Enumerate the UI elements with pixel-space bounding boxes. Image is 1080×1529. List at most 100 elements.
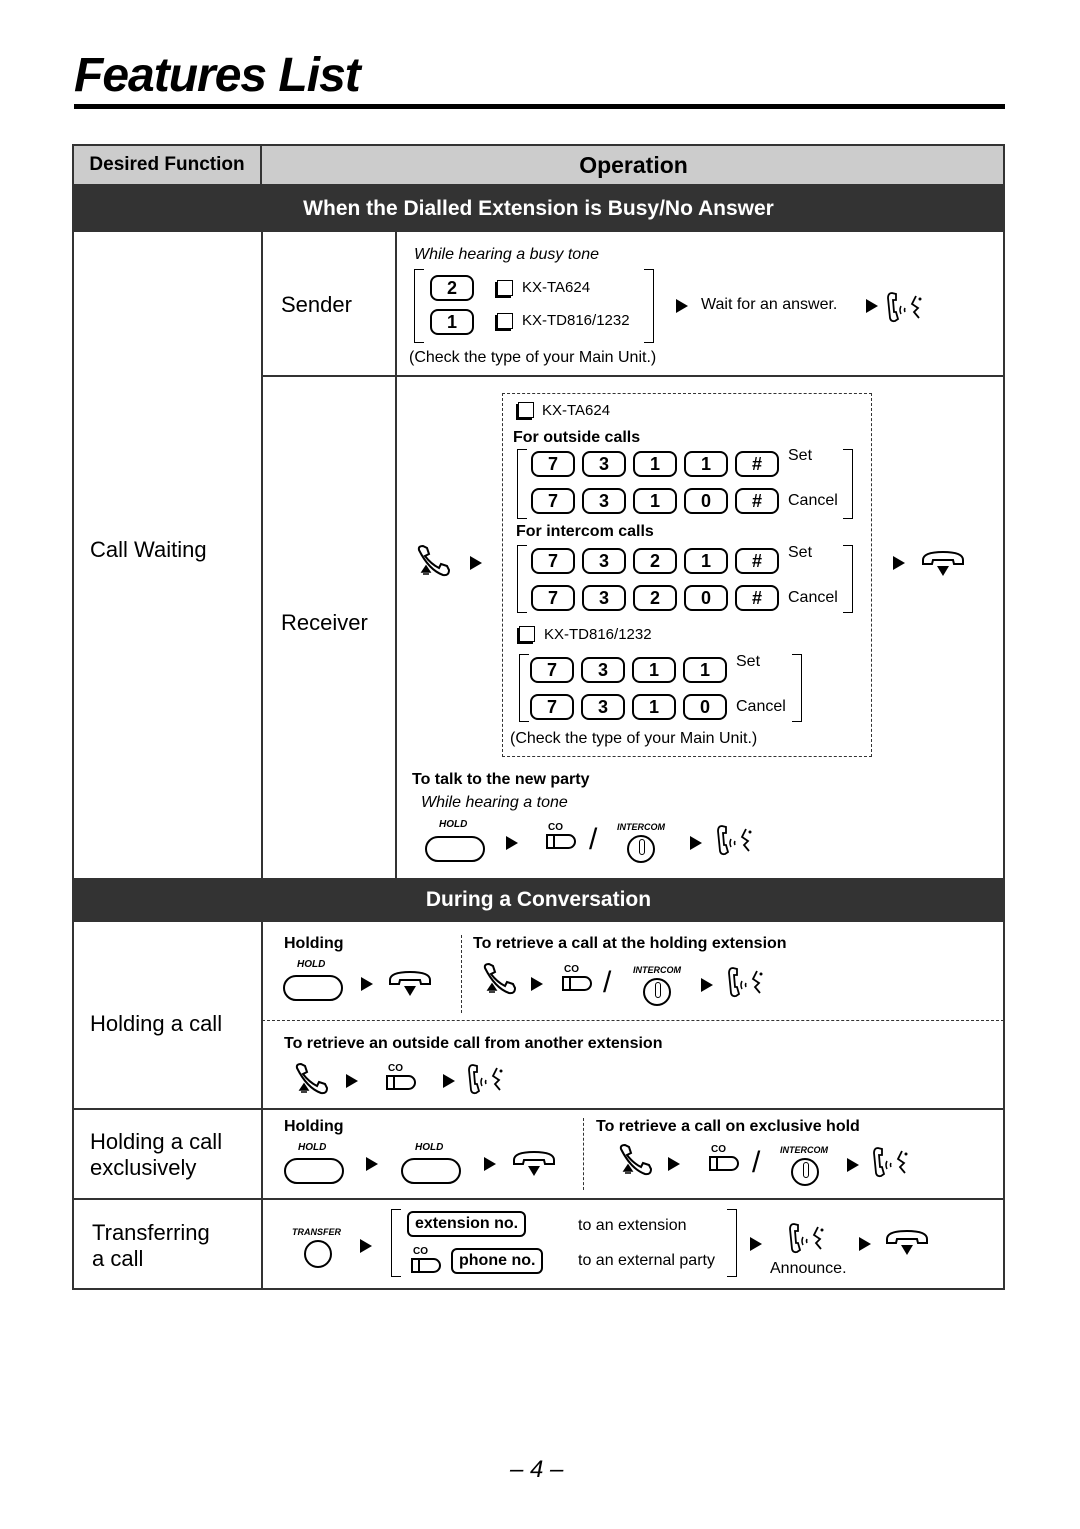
checkbox-kx-td816[interactable]: [519, 626, 535, 642]
bracket-right: [843, 449, 853, 519]
retrieve-outside-label: To retrieve an outside call from another…: [284, 1035, 663, 1052]
checkbox-kx-td816[interactable]: [497, 313, 513, 329]
key-1[interactable]: 1: [683, 657, 727, 683]
function-transferring-line1: Transferring: [92, 1220, 210, 1245]
talk-icon: [789, 1223, 824, 1254]
header-desired-function: Desired Function: [89, 154, 245, 175]
arrow-icon: [360, 1239, 372, 1253]
model-kx-ta624: KX-TA624: [522, 279, 591, 296]
bracket-right: [644, 269, 654, 343]
key-3[interactable]: 3: [582, 585, 626, 611]
key-2[interactable]: 2: [430, 275, 474, 301]
co-caption: CO: [388, 1063, 403, 1074]
title-rule: [74, 104, 1005, 109]
key-1[interactable]: 1: [633, 451, 677, 477]
key-3[interactable]: 3: [581, 657, 625, 683]
dashed-divider: [262, 1020, 1004, 1021]
co-button[interactable]: [386, 1075, 416, 1090]
bracket-left: [414, 269, 424, 343]
model-kx-ta624: KX-TA624: [542, 402, 611, 419]
key-0[interactable]: 0: [684, 488, 728, 514]
co-button[interactable]: [709, 1156, 739, 1171]
talk-icon: [728, 967, 763, 998]
header-operation: Operation: [579, 151, 688, 178]
key-3[interactable]: 3: [581, 694, 625, 720]
arrow-icon: [676, 299, 688, 313]
key-7[interactable]: 7: [531, 585, 575, 611]
checkbox-kx-ta624[interactable]: [518, 402, 534, 418]
col-divider: [395, 232, 397, 878]
col-divider: [261, 922, 263, 1290]
arrow-icon: [866, 299, 878, 313]
phone-number-key[interactable]: phone no.: [451, 1248, 544, 1274]
hold-caption: HOLD: [297, 959, 326, 970]
key-0[interactable]: 0: [683, 694, 727, 720]
key-1[interactable]: 1: [684, 548, 728, 574]
wait-text: Wait for an answer.: [701, 296, 838, 313]
talk-icon: [468, 1064, 503, 1095]
intercom-caption: INTERCOM: [617, 822, 665, 832]
key-hash[interactable]: #: [735, 548, 779, 574]
co-button[interactable]: [411, 1258, 441, 1273]
handset-off-hook-icon: [417, 544, 451, 577]
co-button[interactable]: [546, 834, 576, 849]
row-divider: [261, 375, 1005, 377]
hold-caption: HOLD: [298, 1142, 327, 1153]
extension-number-key[interactable]: extension no.: [407, 1211, 527, 1237]
key-hash[interactable]: #: [735, 488, 779, 514]
key-2[interactable]: 2: [633, 585, 677, 611]
key-3[interactable]: 3: [582, 548, 626, 574]
hold-button[interactable]: [284, 1158, 344, 1184]
key-0[interactable]: 0: [684, 585, 728, 611]
action-cancel: Cancel: [736, 698, 786, 715]
handset-on-hook-icon: [513, 1150, 555, 1176]
arrow-icon: [701, 978, 713, 992]
function-holding-exclusive-line2: exclusively: [90, 1155, 197, 1180]
key-7[interactable]: 7: [531, 451, 575, 477]
key-1[interactable]: 1: [633, 488, 677, 514]
intercom-button[interactable]: [791, 1158, 819, 1186]
transfer-caption: TRANSFER: [292, 1227, 341, 1237]
key-hash[interactable]: #: [735, 451, 779, 477]
arrow-icon: [893, 556, 905, 570]
intercom-caption: INTERCOM: [633, 965, 681, 975]
bracket-right: [727, 1209, 737, 1277]
dashed-divider: [461, 935, 462, 1013]
key-1[interactable]: 1: [632, 657, 676, 683]
handset-off-hook-icon: [295, 1062, 329, 1095]
arrow-icon: [443, 1074, 455, 1088]
announce-text: Announce.: [770, 1260, 847, 1277]
co-button[interactable]: [562, 976, 592, 991]
arrow-icon: [484, 1157, 496, 1171]
key-2[interactable]: 2: [633, 548, 677, 574]
intercom-button[interactable]: [627, 835, 655, 863]
key-7[interactable]: 7: [531, 548, 575, 574]
hold-button[interactable]: [425, 836, 485, 862]
arrow-icon: [531, 977, 543, 991]
transfer-button[interactable]: [304, 1240, 332, 1268]
key-3[interactable]: 3: [582, 451, 626, 477]
hold-button[interactable]: [401, 1158, 461, 1184]
bracket-right: [792, 654, 802, 722]
key-7[interactable]: 7: [531, 488, 575, 514]
key-7[interactable]: 7: [530, 657, 574, 683]
checkbox-kx-ta624[interactable]: [497, 280, 513, 296]
page-number: – 4 –: [510, 1456, 564, 1483]
function-call-waiting: Call Waiting: [90, 537, 207, 562]
intercom-button[interactable]: [643, 978, 671, 1006]
holding-label: Holding: [284, 935, 344, 952]
key-1[interactable]: 1: [684, 451, 728, 477]
col-divider: [261, 232, 263, 878]
action-cancel: Cancel: [788, 492, 838, 509]
intercom-caption: INTERCOM: [780, 1145, 828, 1155]
phone-desc: to an external party: [578, 1252, 715, 1269]
function-holding-call: Holding a call: [90, 1011, 223, 1036]
key-1[interactable]: 1: [632, 694, 676, 720]
action-set: Set: [788, 447, 813, 464]
arrow-icon: [668, 1157, 680, 1171]
key-1[interactable]: 1: [430, 309, 474, 335]
key-7[interactable]: 7: [530, 694, 574, 720]
key-hash[interactable]: #: [735, 585, 779, 611]
hold-button[interactable]: [283, 975, 343, 1001]
key-3[interactable]: 3: [582, 488, 626, 514]
